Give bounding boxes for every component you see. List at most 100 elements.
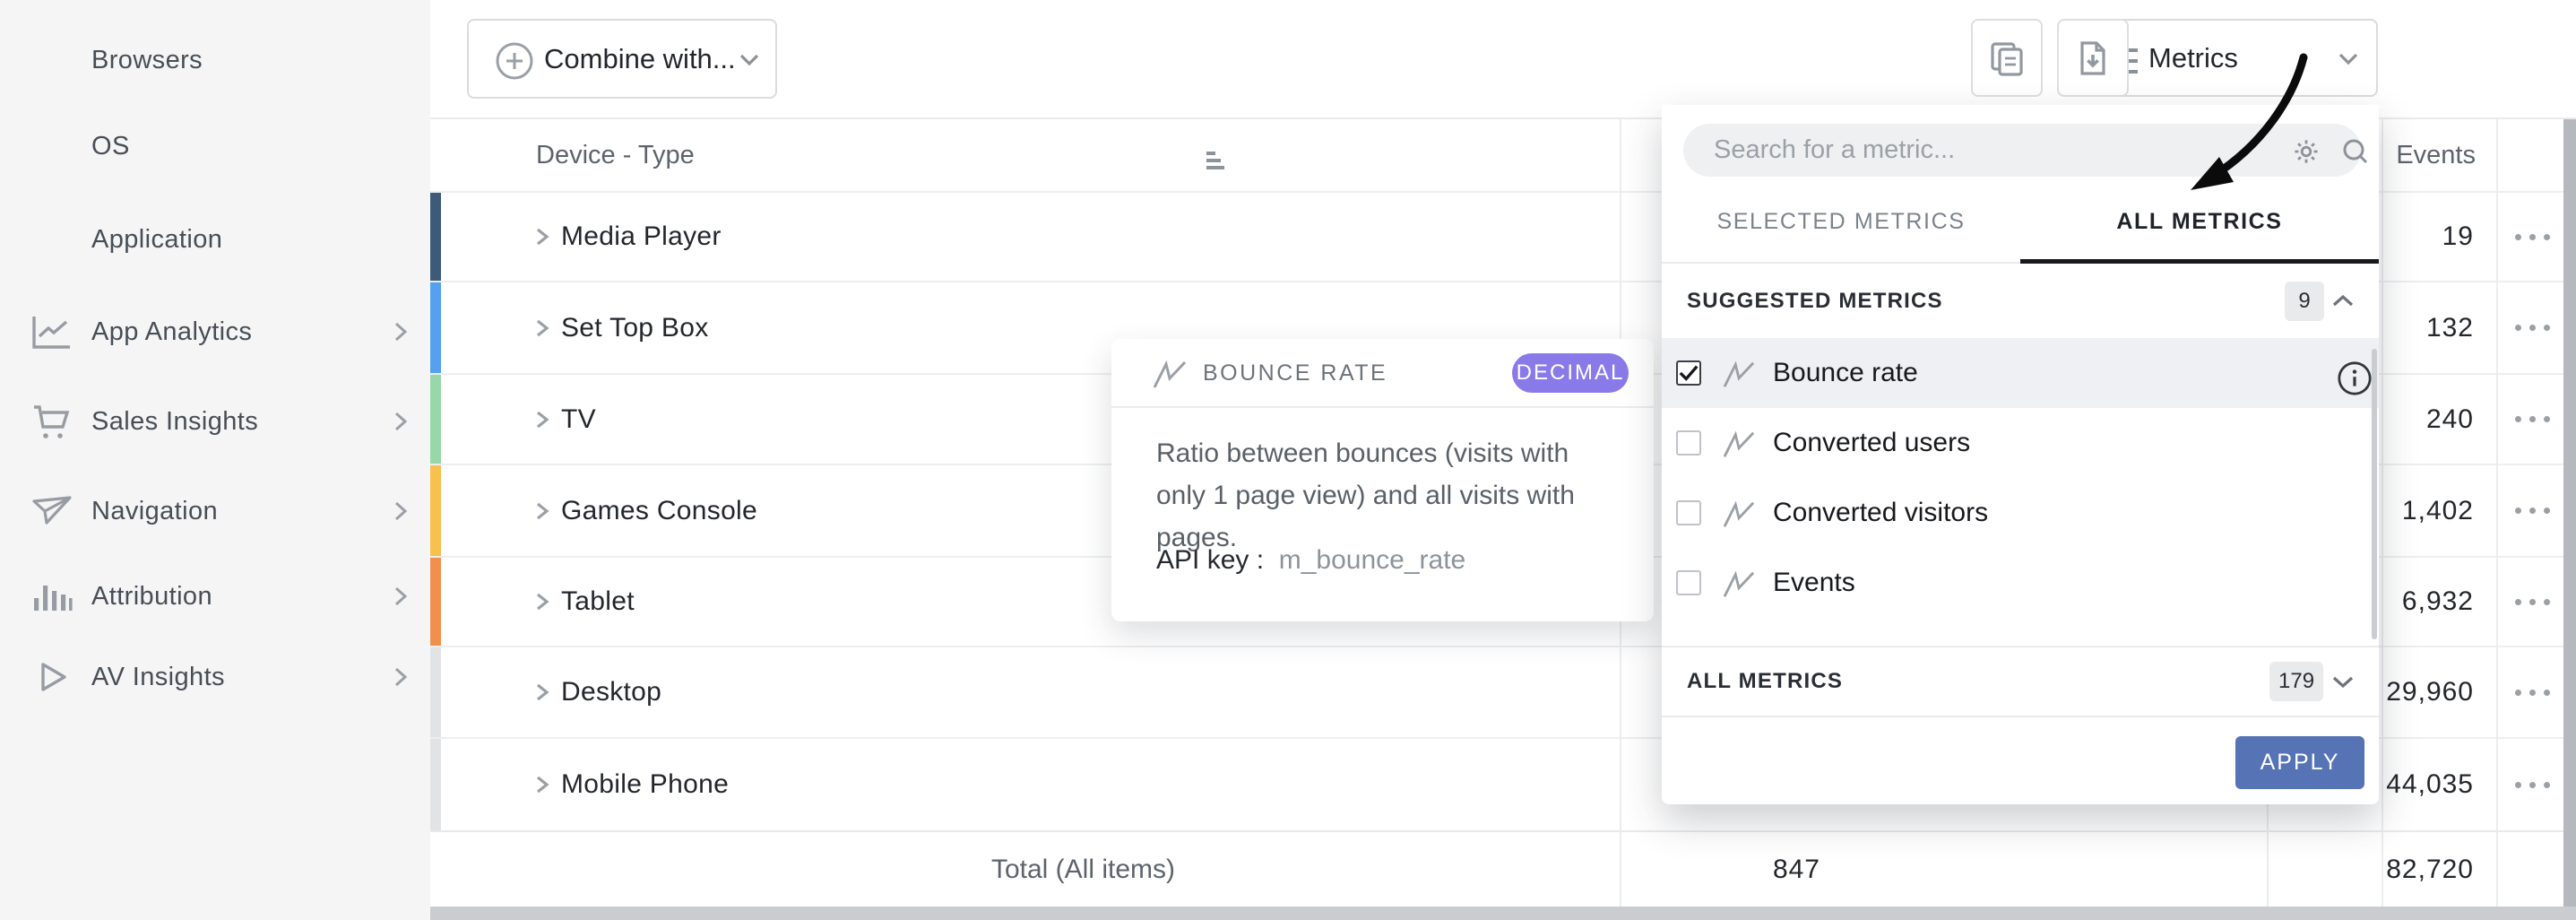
sidebar-item-navigation[interactable]: Navigation <box>0 466 430 556</box>
metric-row[interactable]: Converted users <box>1662 408 2379 478</box>
row-accent-bar <box>430 282 441 373</box>
sidebar-item-os[interactable]: OS <box>0 101 430 191</box>
table-total-row: Total (All items) 847 82,720 <box>430 830 2563 907</box>
sidebar-item-sales-insights[interactable]: Sales Insights <box>0 377 430 466</box>
sidebar-item-label: Attribution <box>91 582 212 612</box>
export-button[interactable] <box>2057 19 2129 97</box>
chevron-up-icon[interactable] <box>2329 291 2357 311</box>
sidebar-item-label: Application <box>91 225 222 255</box>
line-chart-icon <box>27 307 77 357</box>
row-expand-chevron-icon[interactable] <box>532 590 552 613</box>
chevron-down-icon <box>2335 48 2362 68</box>
total-row-label: Total (All items) <box>789 832 1175 907</box>
row-actions-menu[interactable] <box>2496 558 2568 646</box>
row-events-value: 1,402 <box>2379 465 2474 556</box>
row-events-value: 44,035 <box>2379 739 2474 830</box>
row-actions-menu[interactable] <box>2496 647 2568 737</box>
total-metric-value: 847 <box>1595 832 1820 907</box>
sidebar-item-application[interactable]: Application <box>0 195 430 284</box>
row-actions-menu[interactable] <box>2496 739 2568 830</box>
metric-checkbox[interactable] <box>1676 570 1701 595</box>
gear-icon[interactable] <box>2291 136 2321 167</box>
row-expand-chevron-icon[interactable] <box>532 773 552 796</box>
plus-circle-icon <box>494 40 535 82</box>
column-header-device-type[interactable]: Device - Type <box>536 119 695 191</box>
sidebar-item-app-analytics[interactable]: App Analytics <box>0 287 430 377</box>
row-device-label: Set Top Box <box>561 313 709 343</box>
chevron-right-icon <box>387 583 414 610</box>
suggested-metrics-label: SUGGESTED METRICS <box>1687 289 1943 314</box>
panel-scrollbar-thumb[interactable] <box>2372 349 2377 639</box>
row-actions-menu[interactable] <box>2496 465 2568 556</box>
tooltip-api-key: API key : m_bounce_rate <box>1156 545 1465 576</box>
copy-button[interactable] <box>1971 19 2043 97</box>
chevron-down-icon <box>736 49 763 69</box>
total-events-value: 82,720 <box>2379 832 2474 907</box>
row-expand-chevron-icon[interactable] <box>532 225 552 248</box>
sidebar-item-av-insights[interactable]: AV Insights <box>0 632 430 722</box>
tab-selected-metrics[interactable]: SELECTED METRICS <box>1662 179 2020 264</box>
row-expand-chevron-icon[interactable] <box>532 408 552 431</box>
sidebar: Browsers OS Application App Analytics Sa… <box>0 0 430 920</box>
row-expand-chevron-icon[interactable] <box>532 681 552 704</box>
row-expand-chevron-icon[interactable] <box>532 317 552 340</box>
chevron-down-icon[interactable] <box>2329 672 2357 691</box>
row-actions-menu[interactable] <box>2496 375 2568 464</box>
row-device-label: Mobile Phone <box>561 769 729 800</box>
row-expand-chevron-icon[interactable] <box>532 499 552 523</box>
sidebar-item-browsers[interactable]: Browsers <box>0 15 430 105</box>
combine-with-button[interactable]: Combine with... <box>467 19 777 99</box>
column-header-events[interactable]: Events <box>2379 119 2476 191</box>
metric-label: Events <box>1773 568 1855 598</box>
metric-row[interactable]: Converted visitors <box>1662 478 2379 548</box>
all-metrics-count-badge: 179 <box>2269 662 2323 701</box>
metric-zigzag-icon <box>1721 499 1759 530</box>
tab-all-metrics[interactable]: ALL METRICS <box>2020 179 2379 264</box>
sidebar-item-attribution[interactable]: Attribution <box>0 551 430 641</box>
api-key-label: API key : <box>1156 545 1264 575</box>
row-events-value: 19 <box>2379 193 2474 281</box>
row-accent-bar <box>430 739 441 830</box>
sort-order-icon[interactable] <box>1190 135 1244 175</box>
row-actions-menu[interactable] <box>2496 193 2568 281</box>
row-accent-bar <box>430 465 441 556</box>
copy-icon <box>1987 39 2027 78</box>
search-icon[interactable] <box>2339 135 2372 168</box>
bar-chart-icon <box>27 571 77 621</box>
row-events-value: 132 <box>2379 282 2474 373</box>
vertical-scrollbar[interactable] <box>2563 119 2576 907</box>
sidebar-item-label: AV Insights <box>91 663 225 692</box>
column-divider <box>2382 119 2383 907</box>
metric-checkbox[interactable] <box>1676 360 1701 386</box>
tooltip-header: BOUNCE RATE DECIMAL <box>1111 339 1654 408</box>
panel-footer: APPLY <box>1662 716 2379 804</box>
metric-row[interactable]: Events <box>1662 548 2379 618</box>
horizontal-scrollbar[interactable] <box>430 907 2576 920</box>
tooltip-description: Ratio between bounces (visits with only … <box>1156 432 1618 559</box>
send-icon <box>27 486 77 536</box>
metrics-button-label: Metrics <box>2148 42 2238 74</box>
panel-tabs: SELECTED METRICS ALL METRICS <box>1662 179 2379 264</box>
apply-button[interactable]: APPLY <box>2235 736 2364 789</box>
row-actions-menu[interactable] <box>2496 282 2568 373</box>
row-events-value: 29,960 <box>2379 647 2474 737</box>
chevron-right-icon <box>387 498 414 525</box>
row-accent-bar <box>430 558 441 646</box>
metric-zigzag-icon <box>1151 359 1190 391</box>
suggested-metrics-section-header[interactable]: SUGGESTED METRICS 9 <box>1662 264 2379 338</box>
row-accent-bar <box>430 647 441 737</box>
sidebar-item-label: Sales Insights <box>91 407 258 437</box>
all-metrics-section-header[interactable]: ALL METRICS 179 <box>1662 646 2379 716</box>
tooltip-metric-name: BOUNCE RATE <box>1203 339 1387 408</box>
combine-with-label: Combine with... <box>544 43 736 75</box>
metric-checkbox[interactable] <box>1676 430 1701 456</box>
row-device-label: Games Console <box>561 496 757 526</box>
metric-search-input[interactable] <box>1714 124 2216 177</box>
chevron-right-icon <box>387 318 414 345</box>
api-key-value: m_bounce_rate <box>1271 545 1465 575</box>
info-icon[interactable] <box>2336 360 2373 397</box>
metric-checkbox[interactable] <box>1676 500 1701 525</box>
metric-label: Converted visitors <box>1773 498 1988 528</box>
metric-row[interactable]: Bounce rate <box>1662 338 2379 408</box>
row-accent-bar <box>430 375 441 464</box>
